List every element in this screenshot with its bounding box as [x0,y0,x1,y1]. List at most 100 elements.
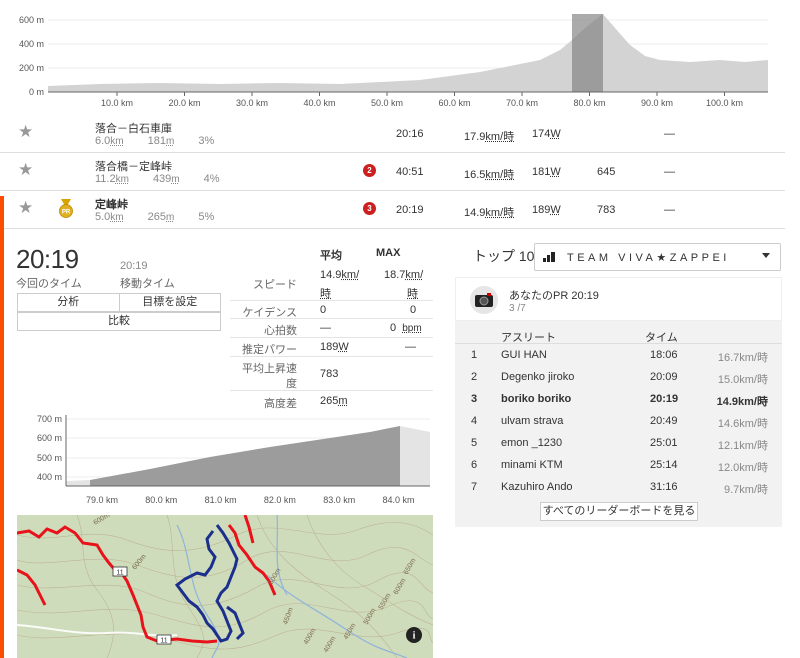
segment-hr: — [664,128,675,140]
club-filter-select[interactable]: TEAM VIVA★ZAPPEI [534,243,781,271]
x-tick-label: 100.0 km [706,98,743,108]
segment-vam: 645 [597,166,616,178]
leaderboard-row[interactable]: 5 emon _1230 25:01 12.1km/時 [455,432,782,454]
x-tick-label: 10.0 km [101,98,133,108]
x-tick-label: 50.0 km [371,98,403,108]
star-icon[interactable]: ★ [18,199,33,216]
athlete-name[interactable]: minami KTM [501,459,563,471]
cadence-max: 0 [410,304,417,316]
elevation-area [48,14,768,92]
your-pr-card[interactable]: あなたのPR 20:19 3 /7 [455,277,782,321]
athlete-name[interactable]: GUI HAN [501,349,547,361]
x-tick-label: 40.0 km [303,98,335,108]
speed-label: スピード [253,279,297,291]
power-max: — [405,341,416,353]
leaderboard-row[interactable]: 1 GUI HAN 18:06 16.7km/時 [455,344,782,366]
achievement-badge: 3 [363,202,376,215]
x-tick-label: 80.0 km [145,495,177,505]
segment-map[interactable]: 11 11 600m 600m 500m 450m 400m 650m 600m 550m 50… [17,515,433,658]
segment-name[interactable]: 定峰峠 [95,196,128,212]
segment-power: 189W [532,204,561,216]
rank: 7 [471,481,478,493]
leaderboard-row[interactable]: 3 boriko boriko 20:19 14.9km/時 [455,388,782,410]
x-tick-label: 20.0 km [168,98,200,108]
achievement-badge: 2 [363,164,376,177]
road-shield: 11 [156,634,172,645]
athlete-name[interactable]: ulvam strava [501,415,563,427]
leaderboard-row[interactable]: 4 ulvam strava 20:49 14.6km/時 [455,410,782,432]
athlete-name[interactable]: emon _1230 [501,437,562,449]
rank: 6 [471,459,478,471]
athlete-name[interactable]: Kazuhiro Ando [501,481,573,493]
avatar [470,286,498,314]
star-icon[interactable]: ★ [18,123,33,140]
x-tick-label: 30.0 km [236,98,268,108]
leaderboard-row[interactable]: 7 Kazuhiro Ando 31:16 9.7km/時 [455,476,782,498]
athlete-speed: 15.0km/時 [717,374,768,386]
segment-time: 40:51 [396,166,424,178]
segment-vam: 783 [597,204,616,216]
segment-speed: 14.9km/時 [464,207,515,219]
segment-elevation-area [90,426,400,486]
power-avg: 189W [320,341,349,353]
compare-button[interactable]: 比較 [18,313,220,330]
elevation-diff-label: 高度差 [264,398,297,410]
leaderboard-row[interactable]: 6 minami KTM 25:14 12.0km/時 [455,454,782,476]
svg-text:11: 11 [116,570,123,577]
road-shield: 11 [112,566,128,577]
analysis-button[interactable]: 分析 [18,294,119,311]
athlete-speed: 14.9km/時 [716,396,768,408]
segment-row[interactable]: ★ 落合橋－定峰峠 11.2km 439m 4% 2 40:51 16.5km/時 181W 64… [0,153,785,191]
segment-meta: 11.2km 439m 4% [95,173,220,185]
pr-time: 20:19 [16,244,79,274]
athlete-time: 25:01 [650,437,678,449]
segment-elevation-chart[interactable]: 700 m 600 m 500 m 400 m 79.0 km 80.0 km 81.0 … [0,410,440,510]
view-all-leaderboards-button[interactable]: すべてのリーダーボードを見る [540,502,698,521]
leaderboard-table: アスリート タイム 1 GUI HAN 18:06 16.7km/時 2 Degenko … [455,324,782,498]
y-tick-label: 600 m [19,15,44,25]
y-tick-label: 0 m [29,87,44,97]
segment-row[interactable]: ★ 落合－白石車庫 6.0km 181m 3% 20:16 17.9km/時 174W — [0,115,785,153]
leaderboard-panel: あなたのPR 20:19 3 /7 アスリート タイム 1 GUI HAN 18:0… [455,277,782,527]
map-info-button[interactable]: i [406,627,422,643]
segment-chart-x-axis: 79.0 km 80.0 km 81.0 km 82.0 km 83.0 km 84.0 … [86,495,415,505]
segment-name[interactable]: 落合－白石車庫 [95,120,172,136]
power-label: 推定パワー [242,344,297,356]
speed-max: 18.7km/ [384,269,424,281]
x-tick-label: 83.0 km [323,495,355,505]
star-icon[interactable]: ★ [18,161,33,178]
y-tick-label: 700 m [37,414,62,424]
x-tick-label: 84.0 km [382,495,414,505]
caret-down-icon [762,253,770,258]
leaderboard-title: トップ 10 [473,248,535,264]
heart-rate-label: 心拍数 [264,325,297,337]
x-tick-label: 81.0 km [205,495,237,505]
x-tick-label: 82.0 km [264,495,296,505]
heart-rate-max: 0 bpm [390,322,422,334]
segment-chart-y-axis: 700 m 600 m 500 m 400 m [37,414,62,482]
segment-speed: 17.9km/時 [464,131,515,143]
y-tick-label: 400 m [37,472,62,482]
speed-max-unit: 時 [407,288,418,300]
athlete-name[interactable]: Degenko jiroko [501,371,574,383]
athlete-speed: 9.7km/時 [723,484,768,496]
moving-time-label: 移動タイム [120,278,175,290]
map-canvas[interactable]: 11 11 600m600m500m450m400m650m600m550m50… [17,515,433,658]
segment-row[interactable]: ★ PR 定峰峠 5.0km 265m 5% 3 20:19 14.9km/時 189W 783 — [0,191,785,229]
segment-name[interactable]: 落合橋－定峰峠 [95,158,172,174]
x-tick-label: 60.0 km [438,98,470,108]
stats-head-avg: 平均 [320,250,342,262]
athlete-speed: 16.7km/時 [717,352,768,364]
activity-elevation-chart[interactable]: 600 m 400 m 200 m 0 m 10.0 km 20.0 km 30.0 km… [0,0,800,115]
pr-time-label: 今回のタイム [16,278,82,290]
athlete-time: 25:14 [650,459,678,471]
your-pr-rank: 3 /7 [509,303,526,314]
athlete-name[interactable]: boriko boriko [501,393,571,405]
segment-elevation-post [400,426,430,486]
x-tick-label: 90.0 km [641,98,673,108]
set-goal-button[interactable]: 目標を設定 [118,294,221,311]
leaderboard-row[interactable]: 2 Degenko jiroko 20:09 15.0km/時 [455,366,782,388]
rank: 3 [471,393,478,405]
svg-text:PR: PR [62,210,71,216]
heart-rate-avg: — [320,322,331,334]
